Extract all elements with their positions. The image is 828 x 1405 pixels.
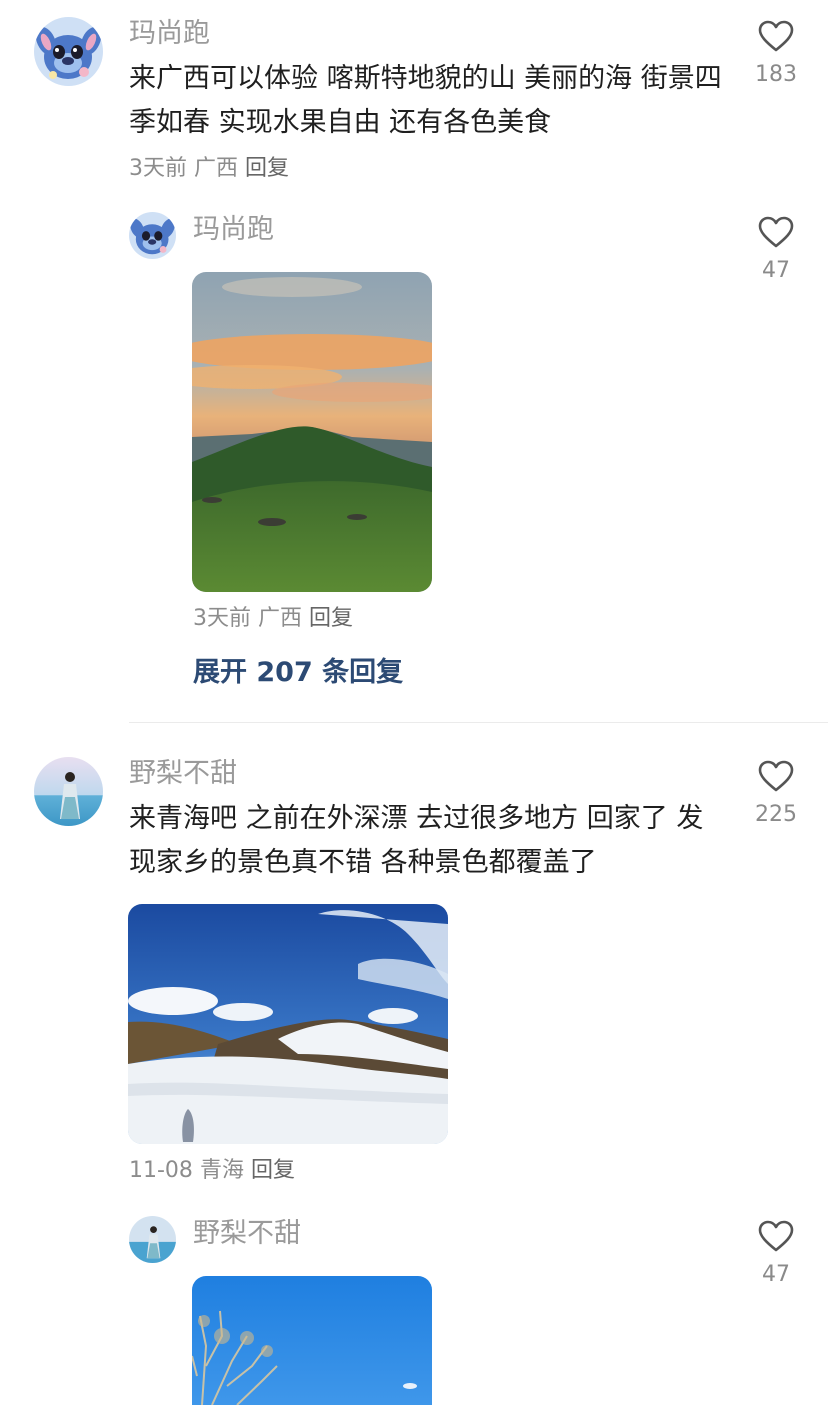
snowy-mountain-image [128,904,448,1144]
like-count: 47 [762,1262,790,1287]
heart-icon [758,760,794,792]
reply-location: 广西 [258,606,303,631]
comment-photo-snowy-mountain[interactable] [128,904,448,1144]
reply-button[interactable]: 回复 [245,156,289,181]
reply-username[interactable]: 野梨不甜 [193,1217,301,1251]
avatar[interactable] [34,757,103,826]
divider [129,722,828,723]
heart-icon [758,216,794,248]
comment-meta: 11-08 青海 回复 [129,1157,295,1185]
reply-photo-mountain-sunset[interactable] [192,272,432,592]
like-button[interactable]: 183 [741,20,811,88]
reply-button[interactable]: 回复 [309,606,353,631]
reply-username[interactable]: 玛尚跑 [193,213,274,247]
reply-meta: 3天前 广西 回复 [193,605,353,633]
like-button[interactable]: 225 [741,760,811,828]
reply-avatar[interactable] [129,1216,176,1263]
reply-button[interactable]: 回复 [251,1158,295,1183]
seaside-girl-avatar-icon [129,1216,176,1263]
reply-avatar[interactable] [129,212,176,259]
comment-time: 11-08 [129,1158,193,1183]
reply-like-button[interactable]: 47 [741,1220,811,1288]
heart-icon [758,1220,794,1252]
comment-text: 来青海吧 之前在外深漂 去过很多地方 回家了 发现家乡的景色真不错 各种景色都覆… [129,803,704,878]
heart-icon [758,20,794,52]
comment-location: 广西 [194,156,239,181]
comment-location: 青海 [199,1158,244,1183]
like-count: 225 [755,802,797,827]
seaside-girl-avatar-icon [34,757,103,826]
avatar[interactable] [34,17,103,86]
like-count: 47 [762,258,790,283]
username[interactable]: 玛尚跑 [129,17,210,51]
expand-replies-button[interactable]: 展开 207 条回复 [193,656,403,690]
comment-meta: 3天前 广西 回复 [129,155,289,183]
reply-like-button[interactable]: 47 [741,216,811,284]
like-count: 183 [755,62,797,87]
blue-sky-tree-image [192,1276,432,1405]
reply-time: 3天前 [193,606,251,631]
comment-text: 来广西可以体验 喀斯特地貌的山 美丽的海 街景四季如春 实现水果自由 还有各色美… [129,63,722,138]
comment-time: 3天前 [129,156,187,181]
stitch-avatar-icon [34,17,103,86]
username[interactable]: 野梨不甜 [129,757,237,791]
reply-photo-blue-sky[interactable] [192,1276,432,1405]
stitch-avatar-icon [129,212,176,259]
mountain-sunset-image [192,272,432,592]
